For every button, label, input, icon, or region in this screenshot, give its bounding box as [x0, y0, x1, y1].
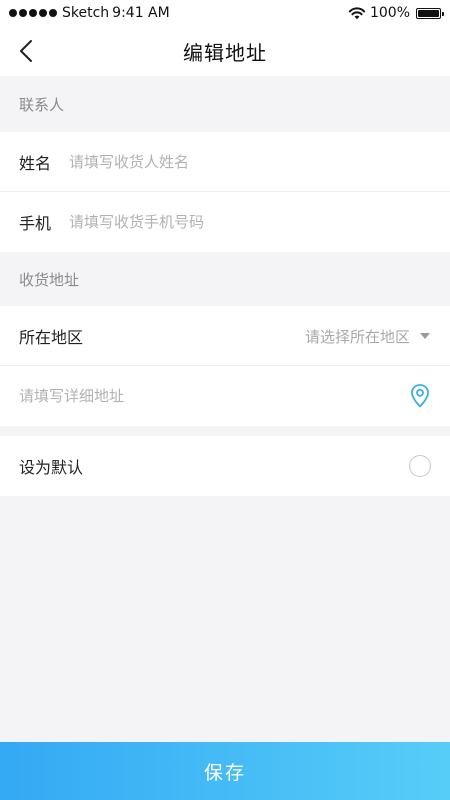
set-default-label: 设为默认 [19, 458, 84, 477]
page-title: 编辑地址 [183, 40, 267, 65]
back-button[interactable] [14, 38, 38, 64]
region-row[interactable]: 所在地区 请选择所在地区 [0, 306, 450, 366]
name-row: 姓名 [0, 132, 450, 192]
name-input[interactable] [69, 132, 431, 192]
status-bar: Sketch 9:41 AM 100% [0, 0, 450, 26]
wifi-icon [348, 7, 366, 20]
save-button[interactable]: 保存 [0, 742, 450, 800]
detail-address-input[interactable] [19, 366, 409, 426]
detail-address-row [0, 366, 450, 426]
location-pin-icon[interactable] [409, 383, 431, 409]
battery-icon [416, 7, 444, 19]
status-right: 100% [348, 5, 444, 21]
region-placeholder: 请选择所在地区 [304, 327, 410, 346]
chevron-left-icon [20, 40, 32, 62]
phone-input[interactable] [69, 192, 431, 252]
nav-bar: 编辑地址 [0, 26, 450, 76]
phone-label: 手机 [19, 214, 52, 233]
phone-row: 手机 [0, 192, 450, 252]
contact-section-header: 联系人 [0, 76, 450, 132]
set-default-row[interactable]: 设为默认 [0, 436, 450, 496]
region-select[interactable]: 请选择所在地区 [305, 326, 431, 347]
address-section-header: 收货地址 [0, 252, 450, 306]
battery-fill [418, 9, 439, 17]
region-label: 所在地区 [19, 328, 84, 347]
set-default-radio[interactable] [409, 455, 431, 477]
signal-strength-icon [9, 9, 57, 17]
caret-down-icon [420, 333, 430, 339]
name-label: 姓名 [19, 154, 52, 173]
battery-percent: 100% [369, 5, 410, 21]
carrier-name: Sketch [62, 5, 110, 21]
status-time: 9:41 AM [112, 5, 170, 21]
